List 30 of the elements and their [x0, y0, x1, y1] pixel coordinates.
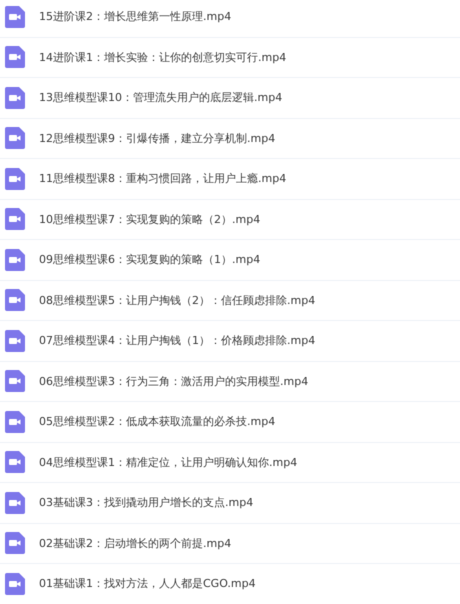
- video-file-icon: [5, 86, 25, 109]
- video-file-icon: [5, 289, 25, 312]
- video-file-icon: [5, 532, 25, 554]
- file-name[interactable]: 01基础课1：找对方法，人人都是CGO.mp4: [39, 576, 256, 592]
- file-name[interactable]: 08思维模型课5：让用户掏钱（2）：信任顾虑排除.mp4: [39, 292, 316, 308]
- file-name[interactable]: 05思维模型课2：低成本获取流量的必杀技.mp4: [39, 414, 276, 430]
- video-file-icon: [5, 127, 25, 150]
- video-file-icon: [5, 46, 25, 68]
- file-name[interactable]: 06思维模型课3：行为三角：激活用户的实用模型.mp4: [39, 374, 308, 389]
- video-file-icon: [5, 330, 25, 352]
- video-file-icon: [5, 572, 25, 595]
- video-file-icon: [5, 410, 25, 433]
- file-name[interactable]: 12思维模型课9：引爆传播，建立分享机制.mp4: [39, 130, 276, 146]
- video-file-icon: [5, 6, 25, 28]
- file-name[interactable]: 04思维模型课1：精准定位，让用户明确认知你.mp4: [39, 454, 298, 470]
- file-name[interactable]: 09思维模型课6：实现复购的策略（1）.mp4: [39, 252, 260, 268]
- video-file-icon: [5, 248, 25, 271]
- file-name[interactable]: 02基础课2：启动增长的两个前提.mp4: [39, 536, 232, 551]
- video-file-icon: [5, 370, 25, 392]
- file-name[interactable]: 11思维模型课8：重构习惯回路，让用户上瘾.mp4: [39, 171, 286, 186]
- video-file-icon: [5, 492, 25, 514]
- file-name[interactable]: 13思维模型课10：管理流失用户的底层逻辑.mp4: [39, 90, 282, 106]
- video-file-icon: [5, 208, 25, 230]
- video-file-icon: [5, 451, 25, 474]
- video-file-icon: [5, 168, 25, 190]
- file-name[interactable]: 07思维模型课4：让用户掏钱（1）：价格顾虑排除.mp4: [39, 333, 316, 348]
- file-name[interactable]: 03基础课3：找到撬动用户增长的支点.mp4: [39, 495, 254, 510]
- file-name[interactable]: 15进阶课2：增长思维第一性原理.mp4: [39, 9, 232, 24]
- file-name[interactable]: 10思维模型课7：实现复购的策略（2）.mp4: [39, 212, 260, 227]
- file-name[interactable]: 14进阶课1：增长实验：让你的创意切实可行.mp4: [39, 50, 286, 65]
